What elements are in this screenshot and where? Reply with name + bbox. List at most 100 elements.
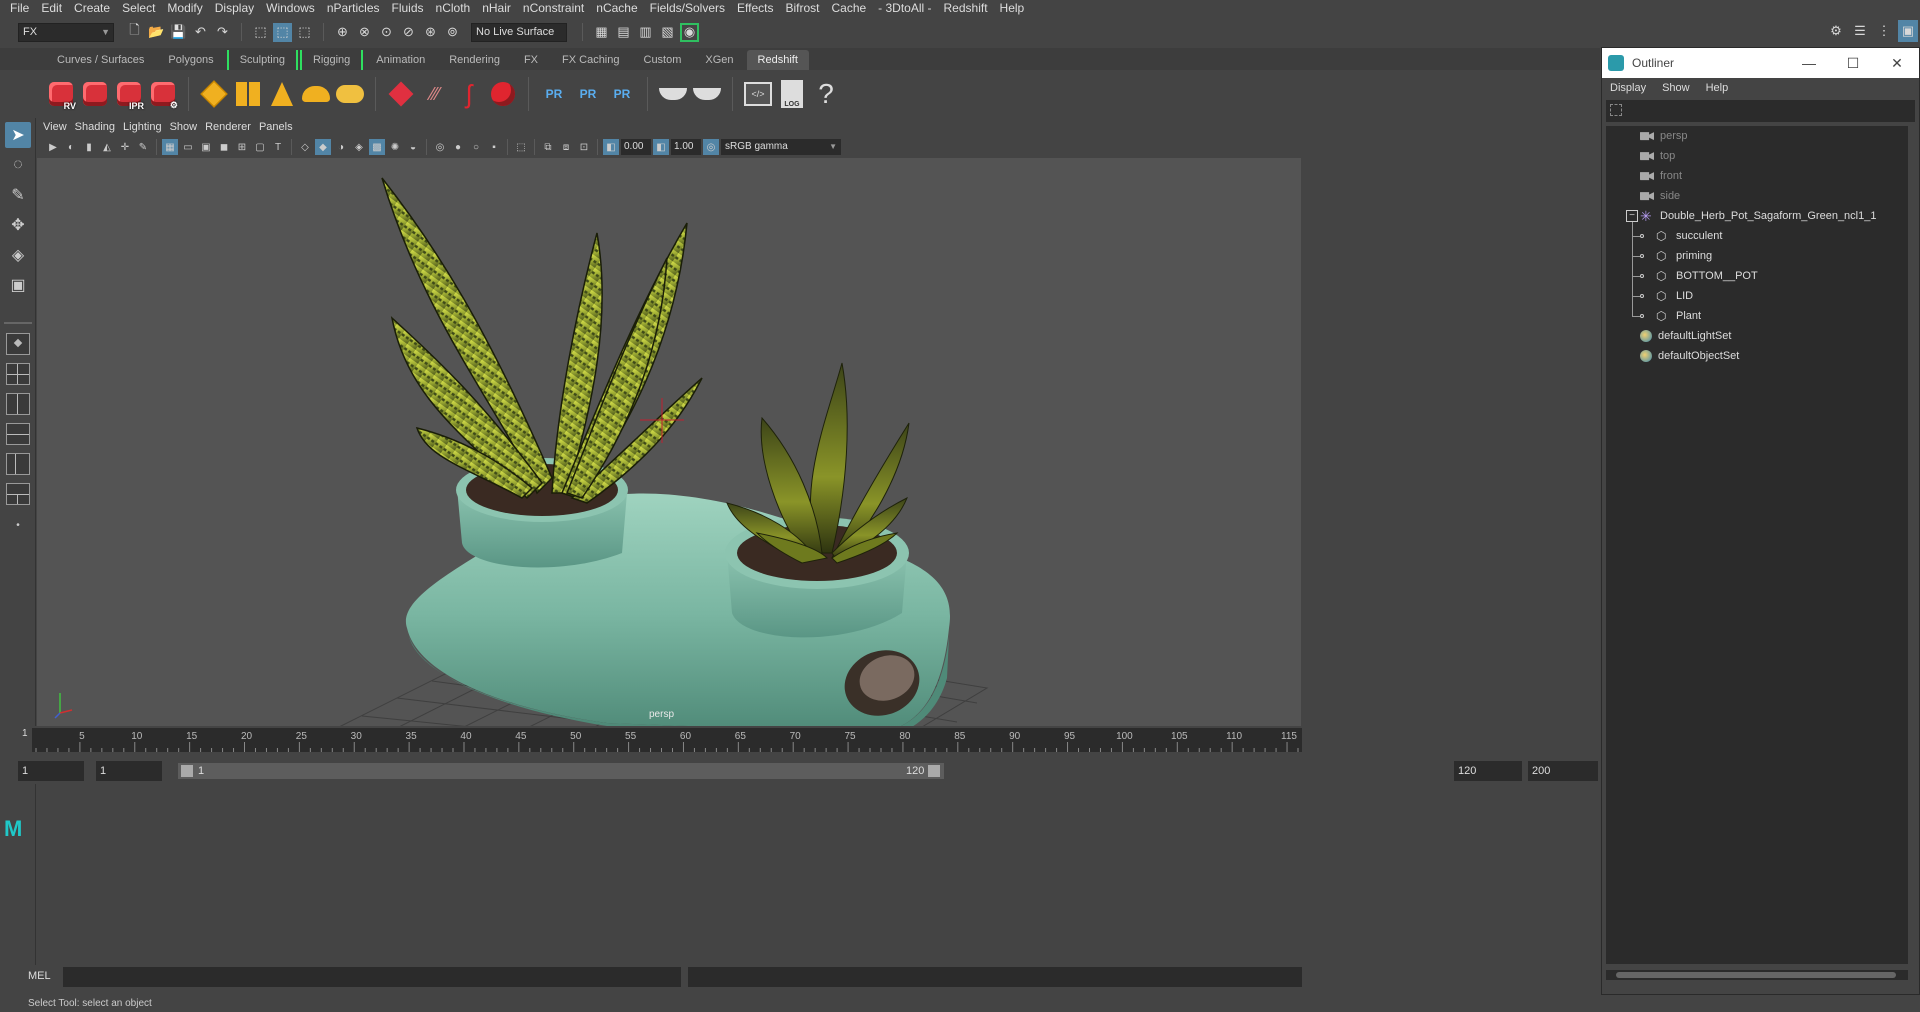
- render-view-icon[interactable]: ▧: [658, 23, 677, 42]
- snap-view-icon[interactable]: ⊘: [399, 23, 418, 42]
- log-button[interactable]: LOG: [777, 77, 807, 111]
- help-button[interactable]: ?: [811, 77, 841, 111]
- outliner-search-field[interactable]: [1606, 100, 1915, 122]
- single-perspective-layout-icon[interactable]: [6, 333, 30, 355]
- menu-ncloth[interactable]: nCloth: [432, 0, 479, 17]
- select-tool-icon[interactable]: ➤: [5, 122, 31, 148]
- menu-display[interactable]: Display: [211, 0, 262, 17]
- safe-title-icon[interactable]: T: [270, 139, 286, 155]
- image-plane-icon[interactable]: ◭: [99, 139, 115, 155]
- scale-tool-icon[interactable]: ▣: [5, 272, 31, 298]
- minimize-icon[interactable]: —: [1787, 48, 1831, 78]
- bake-button[interactable]: [658, 77, 688, 111]
- select-hierarchy-icon[interactable]: ⬚: [251, 23, 270, 42]
- tab-curves-surfaces[interactable]: Curves / Surfaces: [46, 50, 156, 70]
- proxy-swap-button[interactable]: PR: [607, 77, 637, 111]
- outliner-item-succulent[interactable]: ⬡ succulent: [1606, 226, 1908, 246]
- render-settings-icon[interactable]: ▦: [592, 23, 611, 42]
- safe-action-icon[interactable]: ▢: [252, 139, 268, 155]
- undo-icon[interactable]: ↶: [191, 23, 210, 42]
- camera-attributes-icon[interactable]: ◐: [63, 139, 79, 155]
- default-material-icon[interactable]: ◑: [333, 139, 349, 155]
- outliner-persp-layout-icon[interactable]: [6, 453, 30, 475]
- render-options-button[interactable]: ⚙: [148, 77, 178, 111]
- script-editor-button[interactable]: </>: [743, 77, 773, 111]
- paint-select-icon[interactable]: ✎: [5, 182, 31, 208]
- menu-fields-solvers[interactable]: Fields/Solvers: [646, 0, 733, 17]
- outliner-item-plant[interactable]: ⬡ Plant: [1606, 306, 1908, 326]
- menu-ncache[interactable]: nCache: [592, 0, 645, 17]
- viewport-menu-show[interactable]: Show: [170, 121, 206, 133]
- bake-sets-button[interactable]: [692, 77, 722, 111]
- 2d-pan-zoom-icon[interactable]: ✛: [117, 139, 133, 155]
- tab-redshift[interactable]: Redshift: [746, 50, 809, 70]
- use-all-lights-icon[interactable]: ✺: [387, 139, 403, 155]
- close-icon[interactable]: ✕: [1875, 48, 1919, 78]
- outliner-item-front[interactable]: front: [1606, 166, 1908, 186]
- ipr-render-icon[interactable]: ▥: [636, 23, 655, 42]
- snap-surface-icon[interactable]: ⊛: [421, 23, 440, 42]
- viewport-menu-view[interactable]: View: [43, 121, 75, 133]
- gate-mask-icon[interactable]: ◼: [216, 139, 232, 155]
- outliner-item-lid[interactable]: ⬡ LID: [1606, 286, 1908, 306]
- tab-custom[interactable]: Custom: [632, 50, 693, 70]
- maximize-icon[interactable]: ☐: [1831, 48, 1875, 78]
- rotate-tool-icon[interactable]: ◈: [5, 242, 31, 268]
- channel-box-icon[interactable]: ▣: [1898, 20, 1918, 42]
- outliner-hscrollbar[interactable]: [1606, 970, 1908, 980]
- move-tool-icon[interactable]: ✥: [5, 212, 31, 238]
- grease-pencil-icon[interactable]: ✎: [135, 139, 151, 155]
- attribute-editor-icon[interactable]: ☰: [1850, 20, 1870, 42]
- outliner-item-priming[interactable]: ⬡ priming: [1606, 246, 1908, 266]
- outliner-item-bottom-pot[interactable]: ⬡ BOTTOM__POT: [1606, 266, 1908, 286]
- outliner-item-top[interactable]: top: [1606, 146, 1908, 166]
- tool-settings-icon[interactable]: ⋮: [1874, 20, 1894, 42]
- menu-file[interactable]: File: [6, 0, 37, 17]
- xray-active-icon[interactable]: ⧈: [558, 139, 574, 155]
- redo-icon[interactable]: ↷: [213, 23, 232, 42]
- outliner-menu-display[interactable]: Display: [1610, 82, 1646, 94]
- exposure-icon[interactable]: ◧: [603, 139, 619, 155]
- command-input[interactable]: [63, 967, 681, 987]
- volume-button[interactable]: [386, 77, 416, 111]
- playback-end-field[interactable]: 120: [1454, 761, 1522, 781]
- camera-select-icon[interactable]: ▶: [45, 139, 61, 155]
- textured-icon[interactable]: ▩: [369, 139, 385, 155]
- grid-icon[interactable]: ▦: [162, 139, 178, 155]
- menu-nparticles[interactable]: nParticles: [323, 0, 388, 17]
- menu-create[interactable]: Create: [70, 0, 118, 17]
- range-start-handle[interactable]: [181, 765, 193, 777]
- viewport-menu-panels[interactable]: Panels: [259, 121, 301, 133]
- portal-light-button[interactable]: [233, 77, 263, 111]
- menu-3dtoall[interactable]: - 3DtoAll -: [874, 0, 939, 17]
- hair-button[interactable]: ⁄⁄⁄: [420, 77, 450, 111]
- material-ball-button[interactable]: [488, 77, 518, 111]
- save-scene-icon[interactable]: 💾: [169, 23, 188, 42]
- snap-grid-icon[interactable]: ⊕: [333, 23, 352, 42]
- tab-animation[interactable]: Animation: [365, 50, 437, 70]
- animation-end-field[interactable]: 200: [1528, 761, 1598, 781]
- select-object-icon[interactable]: ⬚: [273, 22, 292, 42]
- proxy-create-button[interactable]: PR: [539, 77, 569, 111]
- viewport-menu-lighting[interactable]: Lighting: [123, 121, 170, 133]
- time-slider-track[interactable]: 5 10 15 20 25 30 35 40 45 50 55 60 65 70 75 80 85 90 95 100…: [32, 728, 1302, 752]
- resolution-gate-icon[interactable]: ▣: [198, 139, 214, 155]
- scene-render[interactable]: [37, 158, 1301, 726]
- menu-modify[interactable]: Modify: [163, 0, 210, 17]
- menu-help[interactable]: Help: [996, 0, 1033, 17]
- menu-redshift[interactable]: Redshift: [940, 0, 996, 17]
- isolate-select-icon[interactable]: ⬚: [513, 139, 529, 155]
- view-transform-dropdown[interactable]: sRGB gamma ▼: [721, 139, 841, 155]
- tab-rendering[interactable]: Rendering: [438, 50, 511, 70]
- exposure-field[interactable]: 0.00: [621, 139, 651, 155]
- menu-cache[interactable]: Cache: [827, 0, 874, 17]
- multisample-icon[interactable]: ▪: [486, 139, 502, 155]
- outliner-menu-show[interactable]: Show: [1662, 82, 1690, 94]
- viewport-menu-shading[interactable]: Shading: [75, 121, 123, 133]
- tab-polygons[interactable]: Polygons: [157, 50, 225, 70]
- viewport-menu-renderer[interactable]: Renderer: [205, 121, 259, 133]
- tab-sculpting[interactable]: Sculpting: [226, 50, 298, 70]
- select-component-icon[interactable]: ⬚: [295, 23, 314, 42]
- menu-edit[interactable]: Edit: [37, 0, 70, 17]
- render-batch-button[interactable]: [80, 77, 110, 111]
